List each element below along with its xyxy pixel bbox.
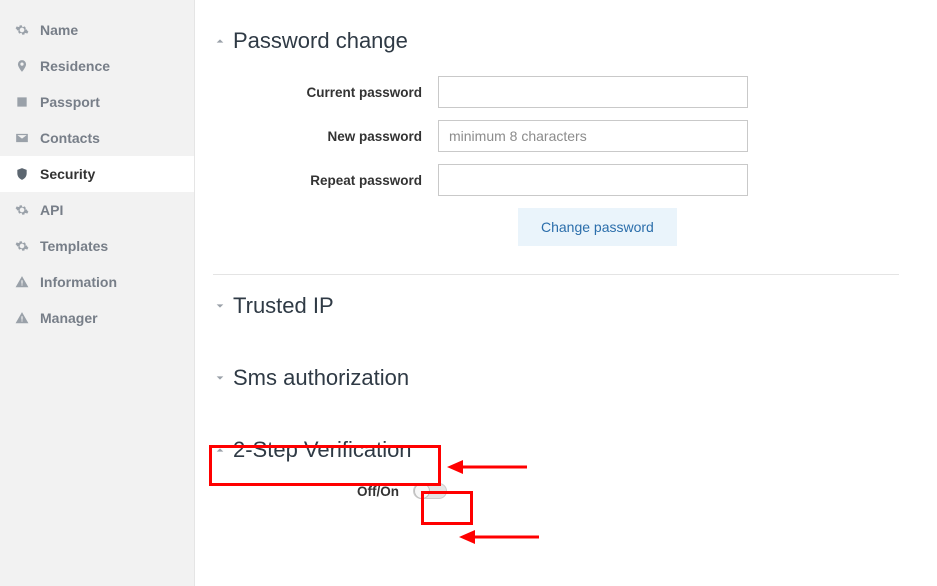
chevron-down-icon bbox=[213, 301, 227, 311]
label-new-password: New password bbox=[213, 129, 438, 144]
pin-icon bbox=[12, 59, 32, 73]
sidebar-item-residence[interactable]: Residence bbox=[0, 48, 194, 84]
section-header-password-change[interactable]: Password change bbox=[213, 18, 899, 64]
section-title: 2-Step Verification bbox=[233, 437, 412, 463]
section-two-step: 2-Step Verification Off/On bbox=[213, 427, 899, 499]
row-repeat-password: Repeat password bbox=[213, 164, 899, 196]
sidebar-item-manager[interactable]: Manager bbox=[0, 300, 194, 336]
shield-icon bbox=[12, 167, 32, 181]
content: Password change Current password New pas… bbox=[195, 0, 937, 586]
chevron-up-icon bbox=[213, 445, 227, 455]
sidebar-item-label: Information bbox=[40, 274, 117, 290]
sidebar-item-label: Name bbox=[40, 22, 78, 38]
gear-icon bbox=[12, 239, 32, 253]
label-current-password: Current password bbox=[213, 85, 438, 100]
label-repeat-password: Repeat password bbox=[213, 173, 438, 188]
toggle-knob bbox=[414, 483, 430, 499]
sidebar-item-label: API bbox=[40, 202, 63, 218]
mail-icon bbox=[12, 131, 32, 145]
sidebar-item-contacts[interactable]: Contacts bbox=[0, 120, 194, 156]
sidebar-item-security[interactable]: Security bbox=[0, 156, 194, 192]
gear-icon bbox=[12, 203, 32, 217]
two-step-toggle[interactable] bbox=[413, 483, 447, 499]
input-current-password[interactable] bbox=[438, 76, 748, 108]
divider bbox=[213, 274, 899, 275]
section-header-trusted-ip[interactable]: Trusted IP bbox=[213, 283, 899, 329]
section-title: Password change bbox=[233, 28, 408, 54]
section-sms-auth: Sms authorization bbox=[213, 355, 899, 401]
sidebar-item-passport[interactable]: Passport bbox=[0, 84, 194, 120]
sidebar-item-name[interactable]: Name bbox=[0, 12, 194, 48]
sidebar-item-information[interactable]: Information bbox=[0, 264, 194, 300]
sidebar-item-label: Security bbox=[40, 166, 95, 182]
sidebar-item-label: Templates bbox=[40, 238, 108, 254]
chevron-down-icon bbox=[213, 373, 227, 383]
section-title: Sms authorization bbox=[233, 365, 409, 391]
gear-icon bbox=[12, 23, 32, 37]
change-password-button[interactable]: Change password bbox=[518, 208, 677, 246]
chevron-up-icon bbox=[213, 36, 227, 46]
sidebar: Name Residence Passport Contacts Securit… bbox=[0, 0, 195, 586]
section-password-change: Password change Current password New pas… bbox=[213, 18, 899, 246]
section-trusted-ip: Trusted IP bbox=[213, 283, 899, 329]
warning-icon bbox=[12, 311, 32, 325]
warning-icon bbox=[12, 275, 32, 289]
section-header-sms-auth[interactable]: Sms authorization bbox=[213, 355, 899, 401]
annotation-arrow-bottom bbox=[459, 524, 539, 550]
input-repeat-password[interactable] bbox=[438, 164, 748, 196]
sidebar-item-label: Passport bbox=[40, 94, 100, 110]
id-icon bbox=[12, 95, 32, 109]
row-new-password: New password bbox=[213, 120, 899, 152]
section-title: Trusted IP bbox=[233, 293, 334, 319]
sidebar-item-label: Contacts bbox=[40, 130, 100, 146]
input-new-password[interactable] bbox=[438, 120, 748, 152]
sidebar-item-label: Manager bbox=[40, 310, 98, 326]
label-two-step-toggle: Off/On bbox=[213, 484, 413, 499]
sidebar-item-label: Residence bbox=[40, 58, 110, 74]
section-header-two-step[interactable]: 2-Step Verification bbox=[213, 427, 899, 473]
row-two-step-toggle: Off/On bbox=[213, 483, 899, 499]
sidebar-item-api[interactable]: API bbox=[0, 192, 194, 228]
sidebar-item-templates[interactable]: Templates bbox=[0, 228, 194, 264]
row-current-password: Current password bbox=[213, 76, 899, 108]
